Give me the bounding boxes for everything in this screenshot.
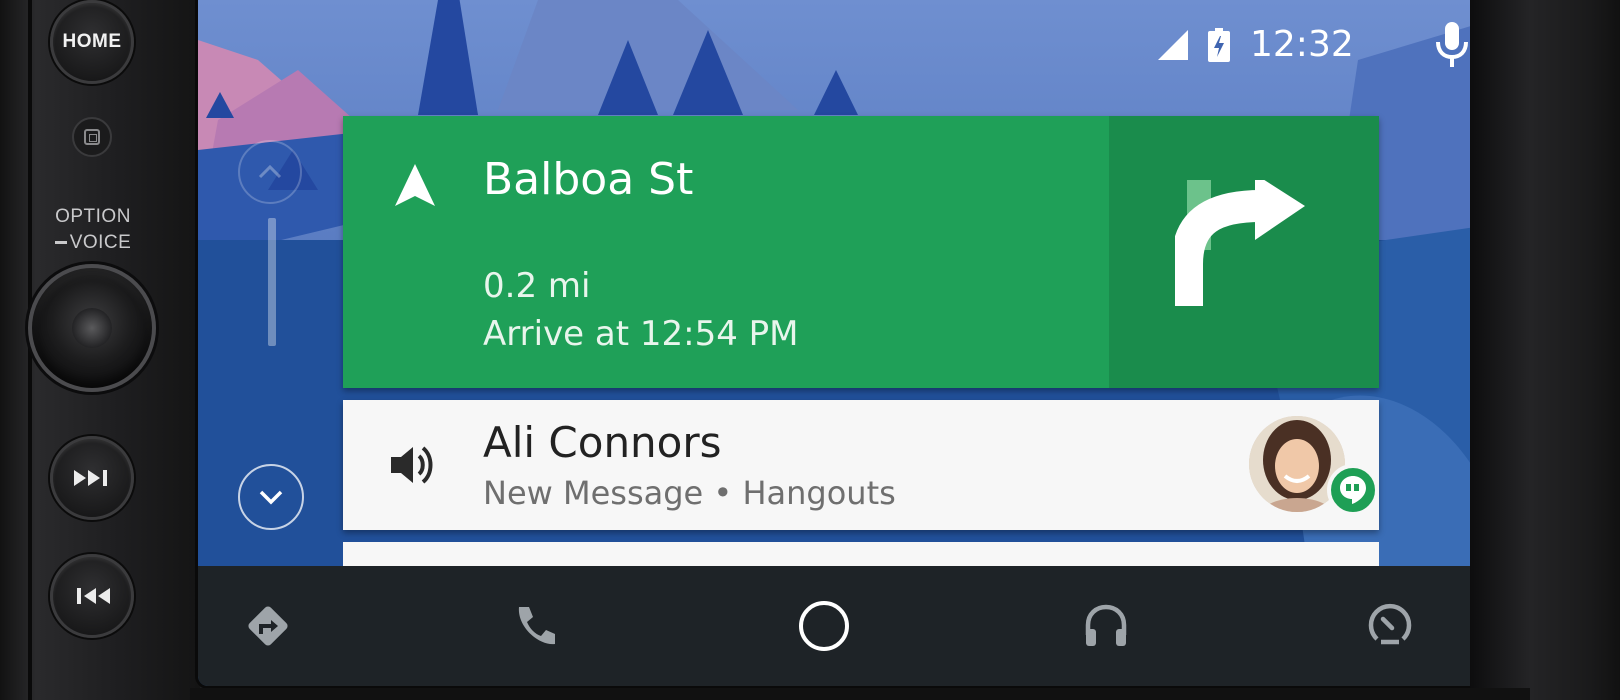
- status-clock: 12:32: [1250, 24, 1354, 65]
- previous-track-hardware-button[interactable]: [50, 554, 134, 638]
- source-icon: [84, 129, 100, 145]
- scroll-down-button[interactable]: [238, 464, 304, 530]
- turn-instruction-panel: [1109, 116, 1379, 388]
- navigation-arrow-icon: [395, 164, 435, 206]
- navigation-icon: [248, 606, 288, 646]
- bottom-bezel: [190, 688, 1530, 700]
- right-bezel: [1470, 0, 1620, 700]
- mic-icon[interactable]: [1434, 22, 1470, 68]
- message-subtitle: New Message • Hangouts: [483, 474, 896, 512]
- exit-tab[interactable]: [1358, 594, 1422, 658]
- headphones-icon: [1085, 604, 1127, 646]
- source-hardware-button[interactable]: [72, 117, 112, 157]
- voice-label: VOICE: [40, 232, 146, 254]
- chevron-up-icon: [258, 164, 282, 179]
- battery-charging-icon: [1208, 28, 1230, 62]
- hangouts-icon: [1327, 464, 1379, 516]
- signal-icon: [1158, 30, 1188, 60]
- scroll-up-button[interactable]: [238, 140, 302, 204]
- next-track-hardware-button[interactable]: [50, 436, 134, 520]
- bottom-nav-bar: [198, 566, 1524, 686]
- scroll-track[interactable]: [268, 218, 276, 346]
- home-circle-icon: [799, 601, 849, 651]
- exit-dashboard-icon: [1368, 603, 1412, 645]
- previous-track-icon: [77, 588, 110, 604]
- home-label: HOME: [62, 31, 122, 52]
- volume-knob[interactable]: [28, 264, 156, 392]
- phone-tab[interactable]: [504, 594, 568, 658]
- left-bezel: HOME OPTION VOICE: [0, 0, 200, 700]
- turn-right-icon: [1175, 180, 1305, 306]
- nav-distance: 0.2 mi: [483, 266, 591, 306]
- nav-street-name: Balboa St: [483, 154, 694, 205]
- message-sender: Ali Connors: [483, 418, 722, 467]
- nav-arrival-time: Arrive at 12:54 PM: [483, 314, 799, 354]
- option-label: OPTION: [55, 206, 131, 227]
- speaker-icon[interactable]: [391, 444, 435, 486]
- navigation-tab[interactable]: [236, 594, 300, 658]
- display-screen: 12:32 Balboa St 0.2 mi Arrive at 12:54 P…: [198, 0, 1524, 686]
- message-card[interactable]: Ali Connors New Message • Hangouts: [343, 400, 1379, 530]
- status-bar: 12:32: [198, 18, 1524, 70]
- home-tab[interactable]: [792, 594, 856, 658]
- home-hardware-button[interactable]: HOME: [50, 0, 134, 84]
- media-tab[interactable]: [1074, 594, 1138, 658]
- next-track-icon: [74, 470, 107, 486]
- chevron-down-icon: [259, 490, 283, 505]
- navigation-card[interactable]: Balboa St 0.2 mi Arrive at 12:54 PM: [343, 116, 1379, 388]
- phone-icon: [518, 607, 555, 645]
